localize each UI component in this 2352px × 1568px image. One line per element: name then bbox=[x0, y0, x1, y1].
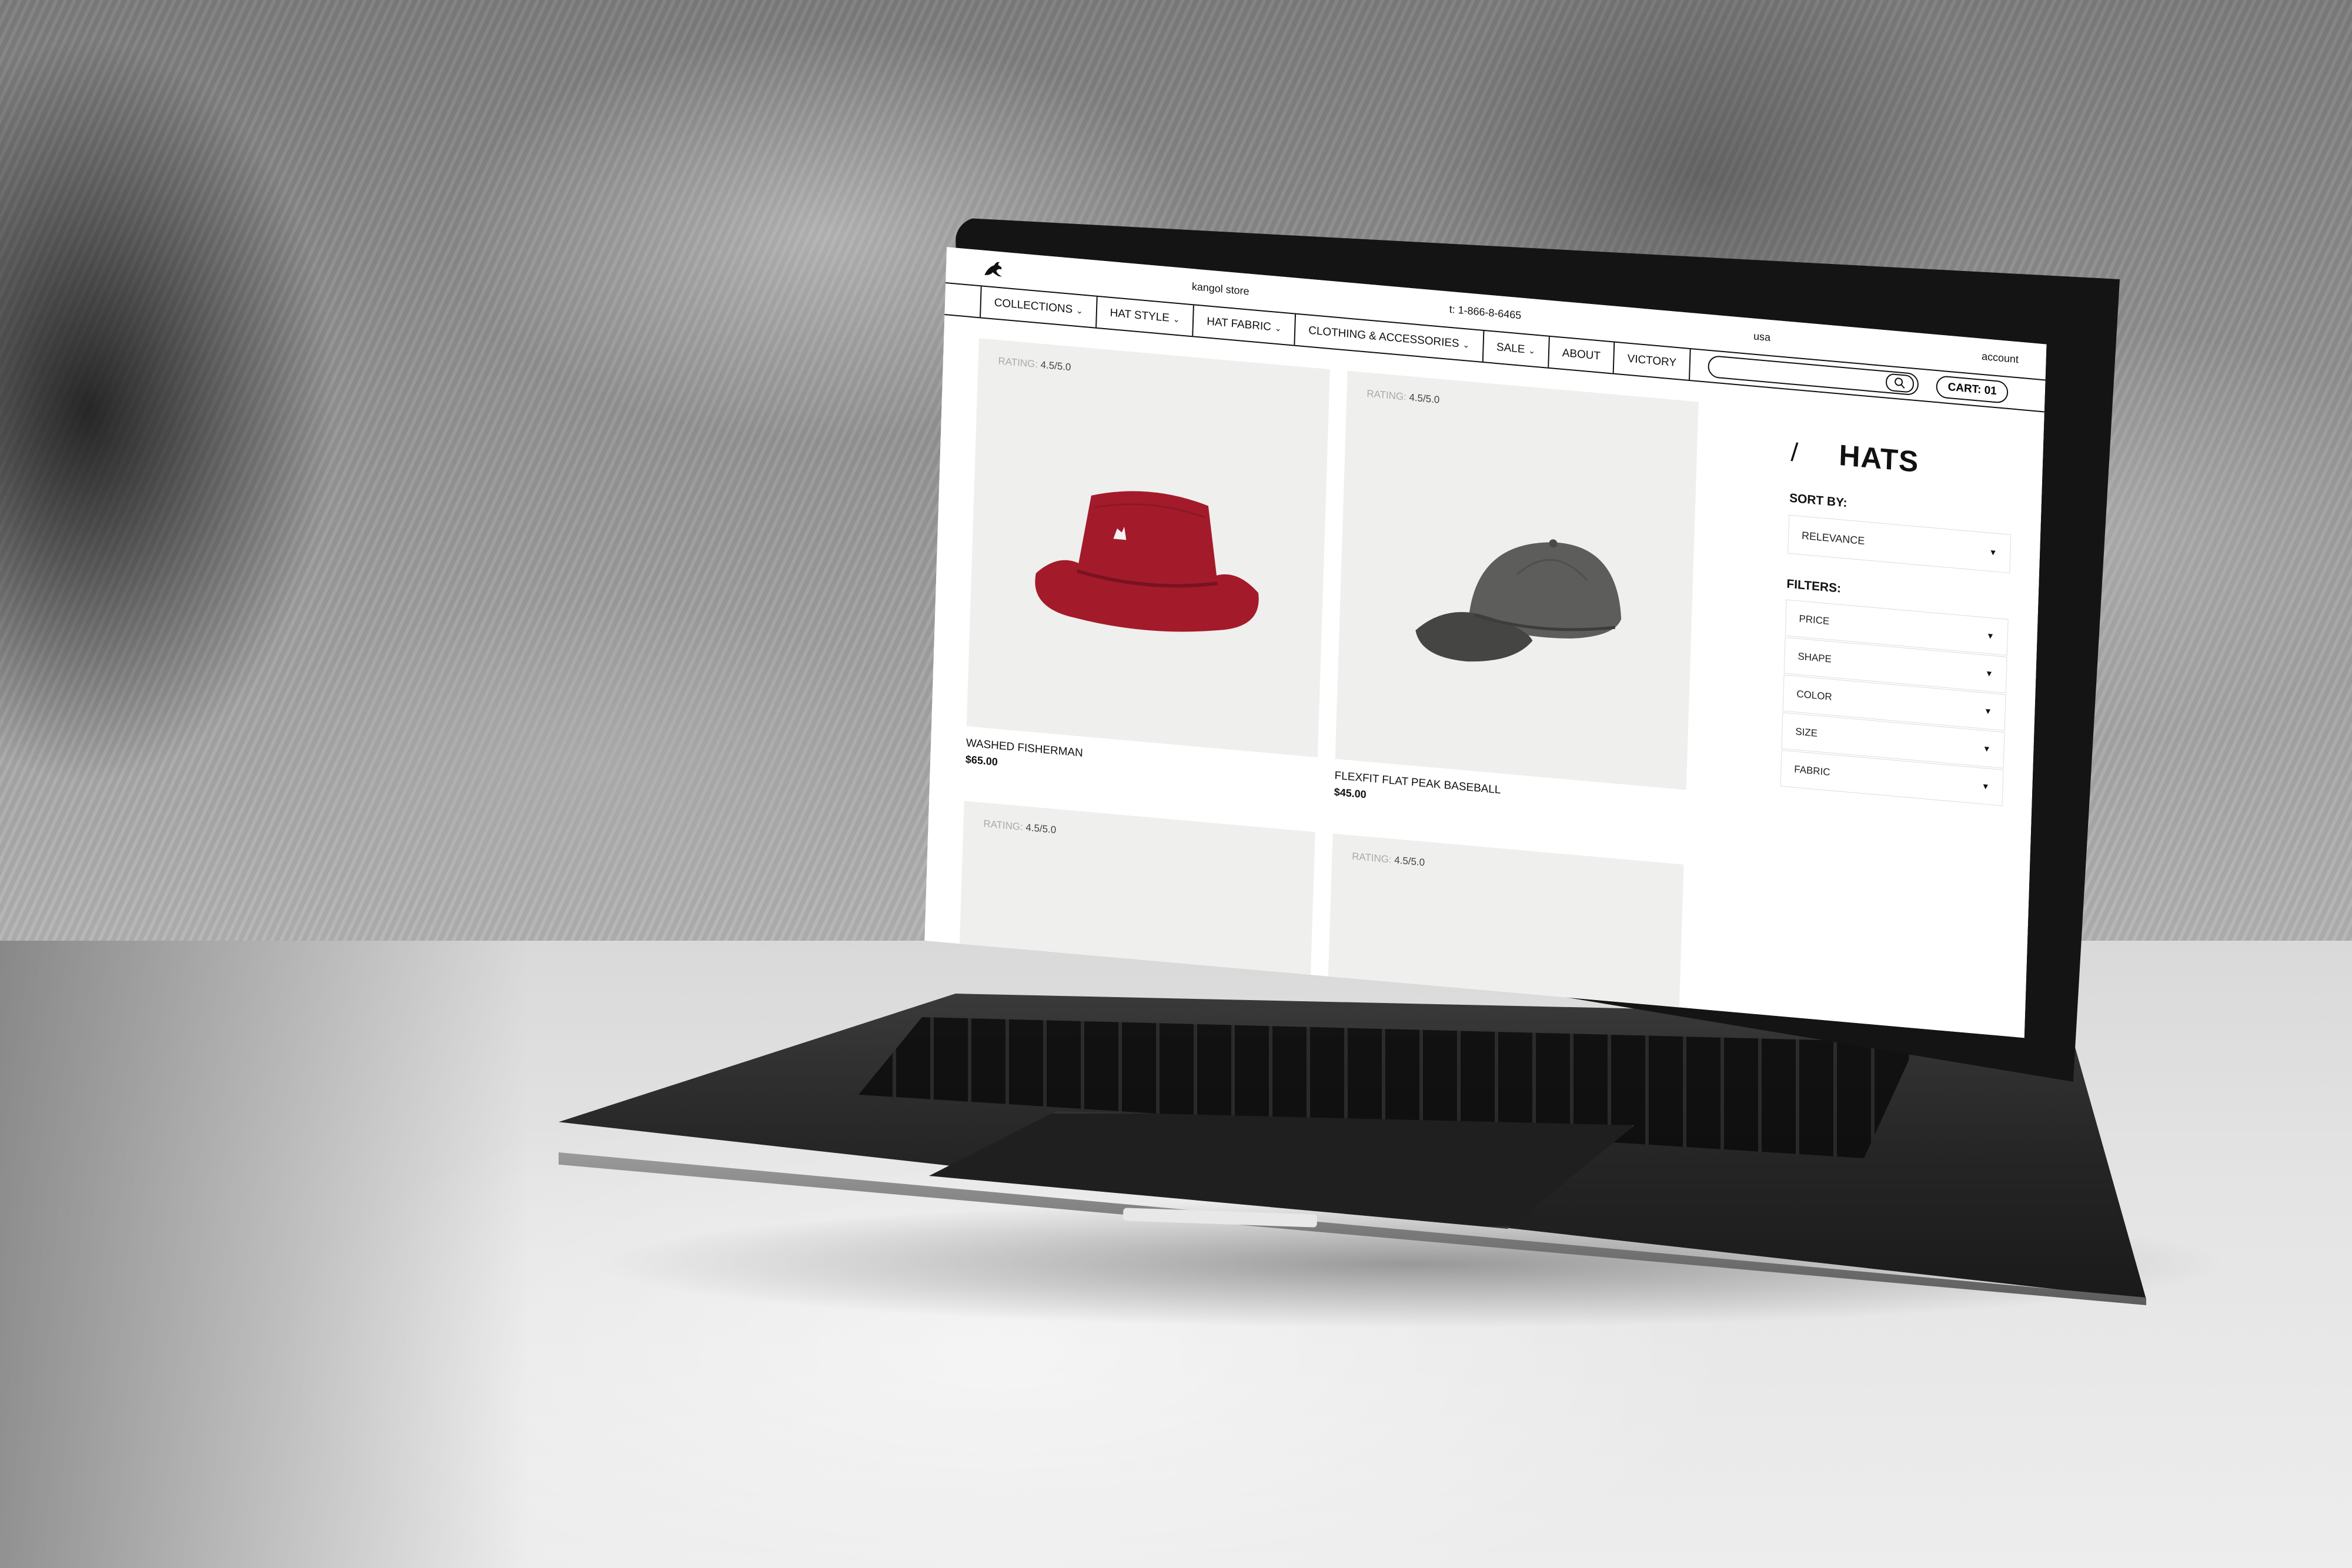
nav-item-hat-style[interactable]: HAT STYLE ⌄ bbox=[1097, 297, 1194, 336]
caret-down-icon: ▼ bbox=[1984, 668, 1994, 679]
product-image[interactable]: RATING: 4.5/5.0 bbox=[1320, 834, 1683, 1038]
filter-label: FABRIC bbox=[1794, 763, 1830, 778]
blue-cap-image bbox=[952, 801, 1315, 1038]
chevron-down-icon: ⌄ bbox=[1274, 323, 1282, 333]
region-selector[interactable]: usa bbox=[1753, 330, 1771, 344]
product-image[interactable]: RATING: 4.5/5.0 bbox=[967, 338, 1330, 757]
caret-down-icon: ▼ bbox=[1981, 781, 1990, 792]
nav-item-sale[interactable]: SALE ⌄ bbox=[1483, 331, 1549, 367]
desk-shadow bbox=[0, 941, 529, 1568]
nav-item-label: COLLECTIONS bbox=[994, 296, 1073, 316]
rating-value: 4.5/5.0 bbox=[1394, 854, 1425, 868]
phone-number: t: 1-866-8-6465 bbox=[1449, 303, 1522, 322]
account-link[interactable]: account bbox=[1982, 350, 2019, 366]
chevron-down-icon: ⌄ bbox=[1528, 345, 1536, 356]
product-card[interactable]: RATING: 4.5/5.0 bbox=[1320, 834, 1683, 1038]
rating-value: 4.5/5.0 bbox=[1409, 392, 1440, 406]
rating-value: 4.5/5.0 bbox=[1040, 359, 1071, 373]
chevron-down-icon: ⌄ bbox=[1462, 339, 1470, 350]
nav-item-label: VICTORY bbox=[1627, 352, 1677, 370]
cart-button[interactable]: CART: 01 bbox=[1936, 375, 2009, 404]
sort-select[interactable]: RELEVANCE ▼ bbox=[1788, 515, 2011, 573]
laptop-screen: kangol store t: 1-866-8-6465 usa account… bbox=[921, 247, 2047, 1138]
caret-down-icon: ▼ bbox=[1983, 706, 1993, 717]
chevron-down-icon: ⌄ bbox=[1172, 313, 1180, 324]
rating-value: 4.5/5.0 bbox=[1025, 821, 1057, 836]
filter-sidebar: / HATS SORT BY: RELEVANCE ▼ FILTERS: PRI… bbox=[1780, 434, 2013, 806]
nav-item-label: ABOUT bbox=[1562, 346, 1601, 363]
web-page: kangol store t: 1-866-8-6465 usa account… bbox=[924, 247, 2046, 1038]
breadcrumb: / HATS bbox=[1790, 434, 2014, 487]
product-card[interactable]: RATING: 4.5/5.0 WASHED FISHERMAN $65.00 bbox=[965, 338, 1330, 797]
chevron-down-icon: ⌄ bbox=[1075, 305, 1084, 316]
nav-item-label: HAT FABRIC bbox=[1206, 315, 1272, 334]
page-title: HATS bbox=[1838, 438, 1920, 479]
search-icon bbox=[1894, 377, 1906, 390]
nav-item-label: CLOTHING & ACCESSORIES bbox=[1308, 324, 1459, 350]
caret-down-icon: ▼ bbox=[1989, 547, 1997, 558]
store-name[interactable]: kangol store bbox=[1192, 280, 1250, 298]
product-grid: RATING: 4.5/5.0 WASHED FISHERMAN $65.00 bbox=[952, 338, 1734, 1038]
caret-down-icon: ▼ bbox=[1982, 743, 1991, 754]
sort-value: RELEVANCE bbox=[1801, 529, 1865, 547]
nav-item-hat-fabric[interactable]: HAT FABRIC ⌄ bbox=[1194, 305, 1297, 345]
breadcrumb-separator: / bbox=[1790, 437, 1799, 467]
nav-item-victory[interactable]: VICTORY bbox=[1614, 343, 1691, 380]
filter-label: COLOR bbox=[1796, 688, 1832, 703]
nav-item-about[interactable]: ABOUT bbox=[1549, 337, 1615, 373]
product-card[interactable]: RATING: 4.5/5.0 FLEXFIT FLAT PEAK BASEBA… bbox=[1334, 371, 1698, 830]
filter-list: PRICE ▼ SHAPE ▼ COLOR ▼ SIZE ▼ FABRIC ▼ bbox=[1780, 600, 2008, 806]
product-image[interactable]: RATING: 4.5/5.0 bbox=[1335, 371, 1699, 790]
filter-label: SIZE bbox=[1795, 726, 1818, 739]
filter-label: SHAPE bbox=[1798, 650, 1832, 665]
nav-item-label: HAT STYLE bbox=[1110, 306, 1170, 325]
caret-down-icon: ▼ bbox=[1986, 630, 1995, 641]
kangaroo-logo-icon[interactable] bbox=[981, 257, 1005, 280]
search-button[interactable] bbox=[1886, 373, 1915, 393]
bucket-hat-image bbox=[967, 338, 1330, 757]
baseball-cap-image bbox=[1335, 371, 1699, 790]
product-card[interactable]: RATING: 4.5/5.0 bbox=[952, 801, 1315, 1038]
product-image[interactable]: RATING: 4.5/5.0 bbox=[952, 801, 1315, 1038]
nav-item-label: SALE bbox=[1496, 340, 1525, 356]
filter-label: PRICE bbox=[1799, 613, 1830, 627]
